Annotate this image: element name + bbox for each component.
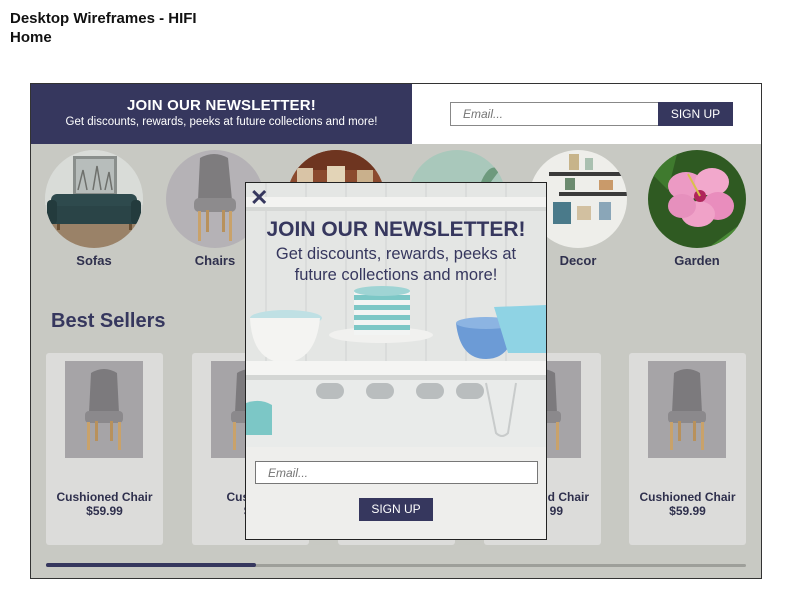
newsletter-email-input[interactable]: [450, 102, 659, 126]
modal-title: JOIN OUR NEWSLETTER!: [266, 218, 526, 241]
chair-product-image: [648, 361, 726, 458]
carousel-scrollbar[interactable]: [46, 563, 746, 567]
category-label: Garden: [674, 253, 720, 268]
product-card[interactable]: Cushioned Chair $59.99: [46, 353, 163, 545]
modal-email-input[interactable]: [255, 461, 538, 484]
best-sellers-heading: Best Sellers: [51, 310, 166, 332]
modal-signup-button[interactable]: SIGN UP: [359, 498, 433, 521]
product-name: Cushioned Chair: [639, 490, 736, 504]
newsletter-banner-subtitle: Get discounts, rewards, peeks at future …: [65, 116, 378, 128]
newsletter-signup-button[interactable]: SIGN UP: [658, 102, 733, 126]
product-name: Cushioned Chair: [56, 490, 153, 504]
modal-subtitle: Get discounts, rewards, peeks at future …: [275, 245, 517, 284]
doc-title-line2: Home: [10, 29, 52, 46]
carousel-scroll-thumb[interactable]: [46, 563, 256, 567]
sofa-photo-icon: [45, 150, 143, 248]
category-label: Sofas: [76, 253, 112, 268]
product-price: $59.99: [669, 504, 706, 518]
hibiscus-photo-icon: [648, 150, 746, 248]
doc-title: Desktop Wireframes - HIFI Home: [10, 9, 197, 47]
newsletter-modal: ✕ JOIN OUR NEWSLETTER! Get discounts, re…: [245, 182, 547, 540]
chair-product-image: [65, 361, 143, 458]
product-card[interactable]: Cushioned Chair $59.99: [629, 353, 746, 545]
category-garden[interactable]: Garden: [648, 150, 746, 268]
close-icon[interactable]: ✕: [250, 186, 268, 210]
newsletter-banner-title: JOIN OUR NEWSLETTER!: [126, 97, 316, 114]
product-price: $59.99: [86, 504, 123, 518]
newsletter-banner: JOIN OUR NEWSLETTER! Get discounts, rewa…: [31, 84, 412, 144]
newsletter-form: SIGN UP: [412, 84, 761, 144]
category-sofas[interactable]: Sofas: [45, 150, 143, 268]
doc-title-line1: Desktop Wireframes - HIFI: [10, 10, 197, 27]
